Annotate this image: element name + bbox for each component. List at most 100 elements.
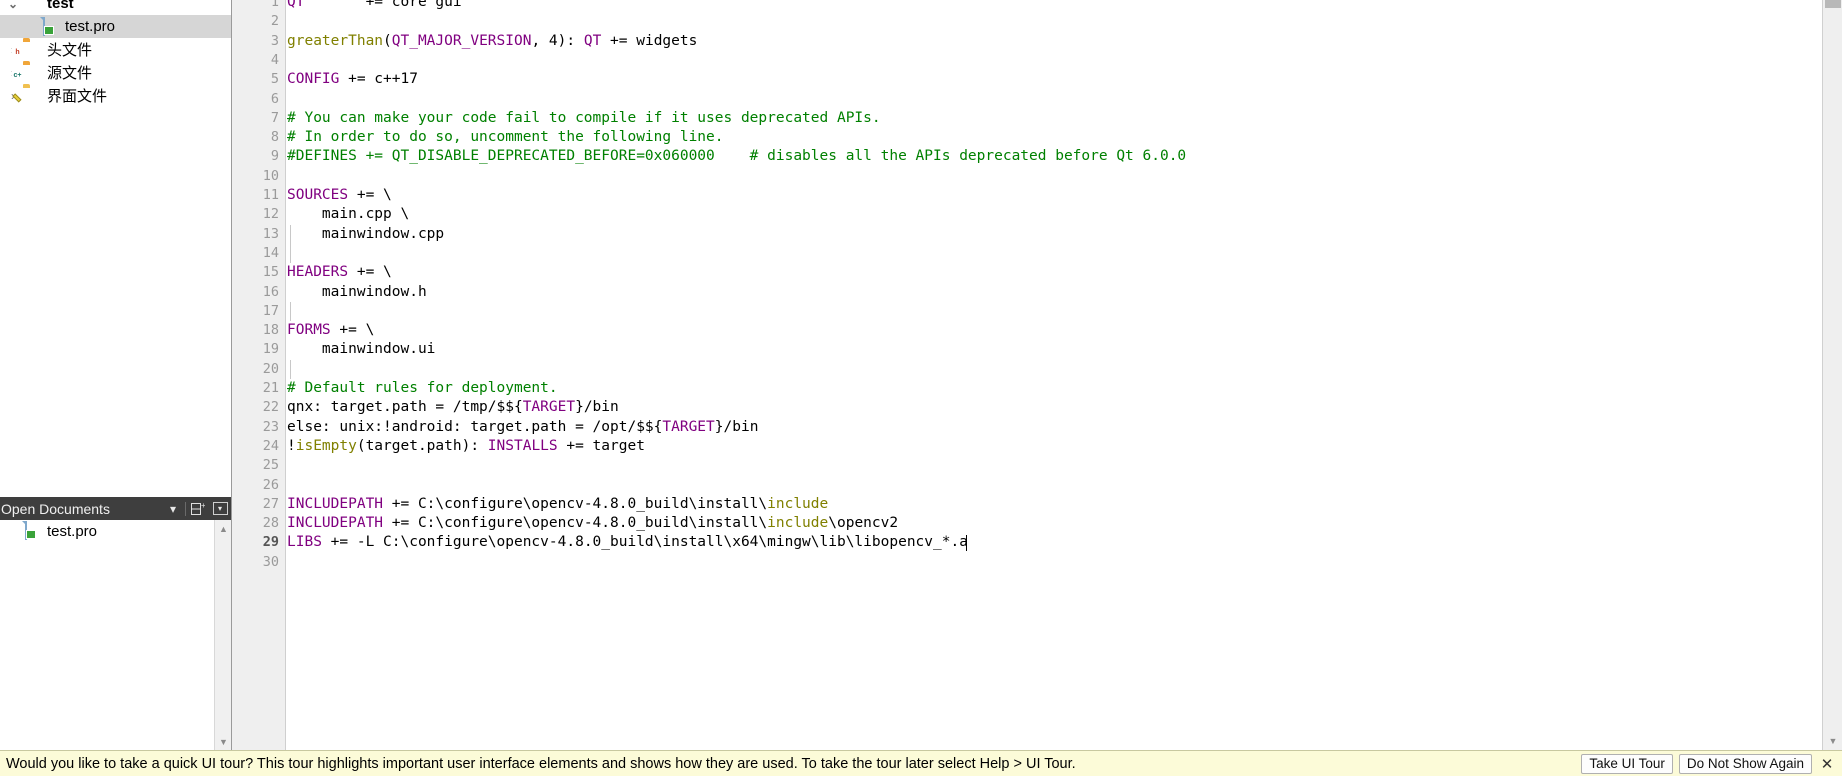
source-folder-icon: c+ (12, 70, 23, 81)
code-token: include (767, 515, 829, 532)
take-ui-tour-button[interactable]: Take UI Tour (1581, 753, 1673, 774)
twisty-spacer: · (22, 21, 40, 33)
line-number: 2 (270, 13, 279, 30)
tree-item-1[interactable]: · test.pro (0, 15, 231, 38)
header-folder-icon: h (12, 41, 42, 59)
code-token: LIBS (287, 534, 322, 551)
code-line[interactable]: mainwindow.ui (287, 340, 436, 359)
line-number: 7 (270, 109, 279, 126)
code-line[interactable]: # Default rules for deployment. (287, 379, 558, 398)
code-token: QT (583, 32, 602, 49)
line-number: 23 (262, 418, 279, 435)
project-tree[interactable]: ⌄test·test.pro›h头文件›c+源文件›界面文件 (0, 0, 231, 489)
code-token: += widgets (601, 32, 698, 49)
code-line[interactable]: SOURCES += \ (287, 186, 392, 205)
code-token: SOURCES (287, 187, 349, 203)
code-token: }/bin (575, 399, 619, 416)
tree-item-label: 源文件 (47, 65, 93, 82)
indent-guide (290, 359, 291, 379)
code-line[interactable]: greaterThan(QT_MAJOR_VERSION, 4): QT += … (287, 32, 697, 51)
code-line[interactable]: # You can make your code fail to compile… (287, 109, 881, 128)
scroll-up-arrow-icon[interactable]: ▲ (215, 520, 232, 537)
code-line[interactable]: else: unix:!android: target.path = /opt/… (287, 418, 758, 437)
code-line[interactable]: # In order to do so, uncomment the follo… (287, 128, 724, 147)
code-line[interactable]: QT += core gui (287, 0, 462, 12)
code-token: TARGET (662, 418, 715, 435)
open-document-label: test.pro (47, 522, 98, 540)
line-number: 27 (262, 495, 279, 512)
code-text-area[interactable]: QT += core gui greaterThan(QT_MAJOR_VERSI… (287, 0, 1822, 750)
code-line[interactable]: mainwindow.cpp (287, 225, 444, 244)
code-line[interactable]: main.cpp \ (287, 205, 409, 224)
editor-scrollbar[interactable]: ▼ (1822, 0, 1842, 750)
line-number: 14 (262, 244, 279, 261)
line-number: 21 (262, 380, 279, 396)
line-number: 1 (270, 0, 279, 10)
scroll-down-arrow-icon[interactable]: ▼ (215, 733, 232, 750)
code-line[interactable]: LIBS += -L C:\configure\opencv-4.8.0_bui… (287, 533, 968, 552)
tree-item-0[interactable]: ⌄ test (0, 0, 231, 15)
line-number: 30 (262, 553, 279, 570)
code-token: QT_MAJOR_VERSION (391, 32, 532, 49)
split-pane-plus-icon[interactable]: + (187, 498, 209, 519)
forms-folder-icon (12, 87, 42, 105)
sidebar-scrollbar[interactable]: ▲ ▼ (214, 520, 231, 750)
line-number: 29 (262, 534, 279, 551)
qmake-file-icon (40, 16, 60, 36)
code-editor[interactable]: 1 2 3 4 5 6 7 8 9 10 11 12 13 14 15 16 17 18 19 20 21 22 23 24 2… (232, 0, 1842, 750)
code-line[interactable]: FORMS += \ (287, 321, 374, 340)
tree-item-4[interactable]: ›界面文件 (0, 84, 231, 107)
scroll-down-arrow-icon[interactable]: ▼ (1823, 732, 1842, 750)
tree-item-2[interactable]: ›h头文件 (0, 38, 231, 61)
open-documents-title: Open Documents (1, 500, 110, 517)
code-line[interactable]: CONFIG += c++17 (287, 70, 418, 89)
line-number: 15 (262, 264, 279, 281)
close-pane-icon[interactable]: ▾ (209, 498, 231, 519)
qt-creator-window: ⌄test·test.pro›h头文件›c+源文件›界面文件 Open Docu… (0, 0, 1842, 776)
code-token: mainwindow.h (287, 283, 427, 300)
code-token: isEmpty (295, 437, 357, 454)
code-line[interactable]: HEADERS += \ (287, 263, 392, 282)
code-token: HEADERS (287, 264, 349, 281)
chevron-down-icon[interactable]: ▾ (162, 498, 184, 519)
chevron-down-icon[interactable]: ⌄ (4, 0, 22, 10)
open-documents-header: Open Documents ▾ + ▾ (0, 497, 231, 520)
line-number: 10 (262, 167, 279, 184)
code-line[interactable]: !isEmpty(target.path): INSTALLS += targe… (287, 437, 645, 456)
code-token: INCLUDEPATH (287, 515, 384, 532)
line-number: 17 (262, 302, 279, 319)
line-number: 5 (270, 71, 279, 88)
scrollbar-thumb[interactable] (1825, 0, 1841, 8)
code-token: else: unix:!android: target.path = /opt/… (287, 418, 663, 435)
code-line[interactable]: mainwindow.h (287, 283, 427, 302)
do-not-show-again-button[interactable]: Do Not Show Again (1678, 753, 1812, 774)
ui-tour-notification-bar: Would you like to take a quick UI tour? … (0, 750, 1842, 776)
line-number: 24 (262, 437, 279, 454)
code-token: += -L C:\configure\opencv-4.8.0_build\in… (321, 534, 968, 551)
left-sidebar: ⌄test·test.pro›h头文件›c+源文件›界面文件 Open Docu… (0, 0, 232, 750)
code-token: ( (383, 32, 392, 49)
code-token: #DEFINES += QT_DISABLE_DEPRECATED_BEFORE… (287, 148, 1187, 165)
open-document-item[interactable]: · test.pro (0, 520, 231, 542)
code-token: (target.path): (356, 437, 488, 454)
code-token: qnx: target.path = /tmp/$${ (287, 399, 523, 416)
code-line[interactable]: INCLUDEPATH += C:\configure\opencv-4.8.0… (287, 495, 828, 514)
code-token: FORMS (287, 322, 331, 339)
code-line[interactable]: INCLUDEPATH += C:\configure\opencv-4.8.0… (287, 514, 898, 533)
close-icon[interactable]: ✕ (1816, 755, 1838, 773)
code-token: mainwindow.ui (287, 341, 436, 358)
code-line[interactable]: qnx: target.path = /tmp/$${TARGET}/bin (287, 398, 619, 417)
code-token: \opencv2 (828, 515, 899, 532)
fold-margin[interactable] (232, 0, 243, 750)
code-token: TARGET (522, 399, 576, 416)
indent-guide (290, 224, 291, 264)
code-token: greaterThan (287, 32, 384, 49)
twisty-spacer: · (4, 525, 22, 537)
code-token: # In order to do so, uncomment the follo… (287, 129, 724, 146)
code-line[interactable]: #DEFINES += QT_DISABLE_DEPRECATED_BEFORE… (287, 147, 1186, 166)
open-documents-list[interactable]: · test.pro (0, 520, 231, 750)
tree-item-3[interactable]: ›c+源文件 (0, 61, 231, 84)
line-number: 16 (262, 283, 279, 300)
line-number: 19 (262, 341, 279, 358)
line-number: 11 (262, 187, 279, 203)
